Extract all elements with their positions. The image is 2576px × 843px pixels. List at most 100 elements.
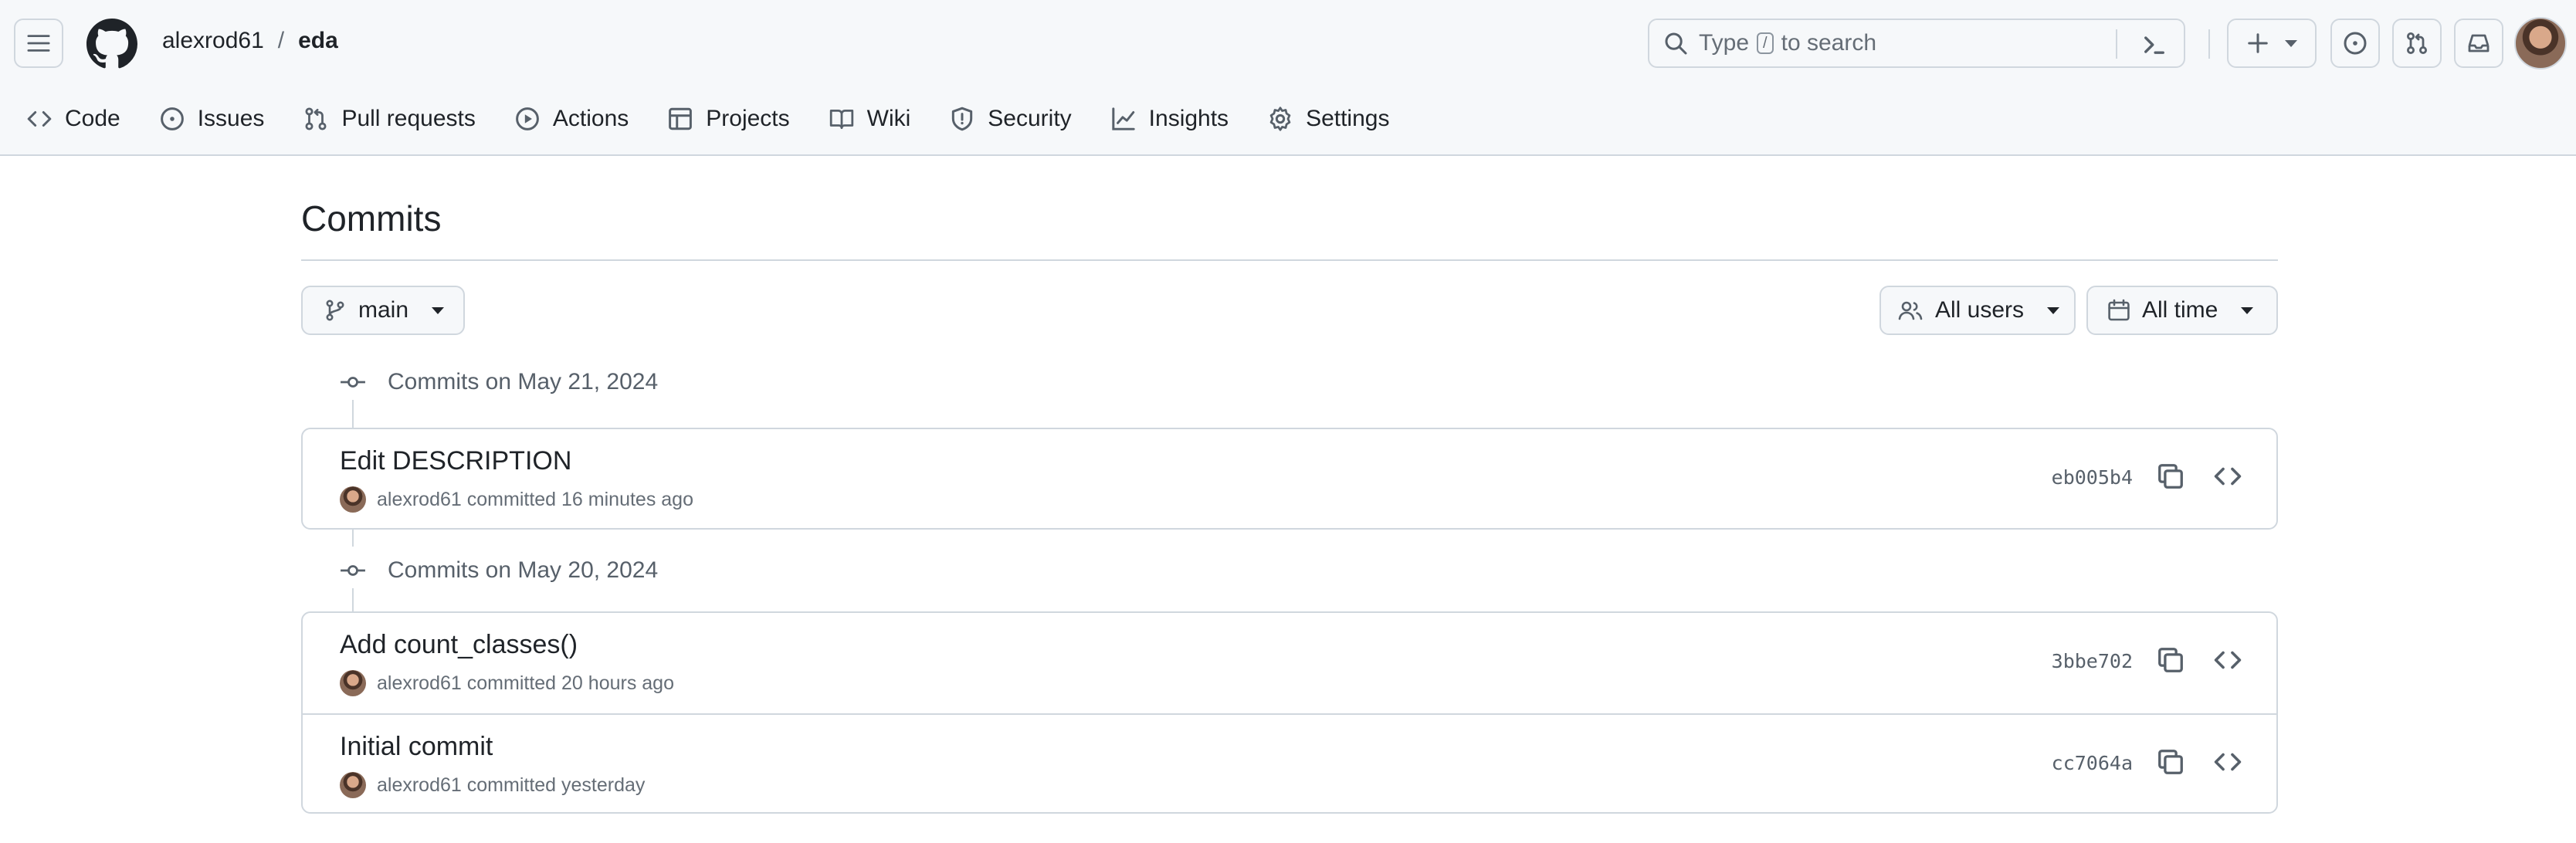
commit-group-date: Commits on May 21, 2024 bbox=[388, 369, 659, 394]
time-filter-label: All time bbox=[2142, 297, 2218, 323]
commit-action: committed bbox=[466, 488, 557, 510]
author-link[interactable]: alexrod61 bbox=[377, 489, 462, 511]
commit-time: 16 minutes ago bbox=[561, 488, 693, 510]
tab-label: Security bbox=[988, 106, 1072, 131]
copy-icon[interactable] bbox=[2156, 645, 2185, 675]
gear-icon bbox=[1269, 107, 1291, 131]
command-palette-icon[interactable] bbox=[2140, 31, 2168, 59]
tab-pull-requests[interactable]: Pull requests bbox=[303, 106, 476, 132]
commit-sha-link[interactable]: cc7064a bbox=[2052, 752, 2133, 774]
commit-list: Add count_classes() alexrod61 committed … bbox=[301, 611, 2278, 814]
plus-icon bbox=[2248, 33, 2268, 53]
tab-code[interactable]: Code bbox=[26, 106, 120, 132]
commit-group-heading: Commits on May 20, 2024 bbox=[340, 557, 658, 584]
author-avatar[interactable] bbox=[340, 486, 366, 513]
search-placeholder-suffix: to search bbox=[1781, 30, 1877, 56]
tab-label: Insights bbox=[1148, 106, 1229, 131]
commit-row: Initial commit alexrod61 committed yeste… bbox=[303, 713, 2276, 815]
commit-action: committed bbox=[466, 774, 557, 796]
tab-projects[interactable]: Projects bbox=[667, 106, 790, 132]
hamburger-icon bbox=[27, 35, 50, 52]
timeline-line bbox=[352, 530, 354, 547]
users-filter-button[interactable]: All users bbox=[1879, 286, 2076, 335]
commit-row: Edit DESCRIPTION alexrod61 committed 16 … bbox=[303, 429, 2276, 530]
title-divider bbox=[301, 259, 2278, 261]
github-logo-icon[interactable] bbox=[86, 19, 137, 69]
inbox-button[interactable] bbox=[2454, 19, 2503, 68]
issue-icon bbox=[160, 107, 184, 130]
commit-group-date: Commits on May 20, 2024 bbox=[388, 557, 659, 583]
tab-label: Projects bbox=[706, 106, 790, 131]
tab-settings[interactable]: Settings bbox=[1267, 106, 1389, 132]
menu-button[interactable] bbox=[14, 19, 63, 68]
issues-button[interactable] bbox=[2330, 19, 2380, 68]
tab-actions[interactable]: Actions bbox=[514, 106, 629, 132]
chevron-down-icon bbox=[2241, 306, 2254, 314]
tab-security[interactable]: Security bbox=[949, 106, 1072, 132]
create-new-button[interactable] bbox=[2227, 19, 2317, 68]
user-avatar[interactable] bbox=[2514, 17, 2567, 69]
search-placeholder-prefix: Type bbox=[1699, 30, 1750, 56]
time-filter-button[interactable]: All time bbox=[2086, 286, 2278, 335]
global-header: alexrod61 / eda Type / to search Code Is… bbox=[0, 0, 2576, 156]
author-link[interactable]: alexrod61 bbox=[377, 774, 462, 797]
repo-link[interactable]: eda bbox=[298, 28, 338, 54]
copy-icon[interactable] bbox=[2156, 462, 2185, 491]
commit-meta: alexrod61 committed yesterday bbox=[340, 772, 645, 798]
shield-icon bbox=[952, 107, 973, 131]
author-avatar[interactable] bbox=[340, 670, 366, 696]
git-branch-icon bbox=[326, 300, 344, 321]
tab-label: Settings bbox=[1306, 106, 1390, 131]
header-top-row: alexrod61 / eda Type / to search bbox=[0, 0, 2576, 88]
tab-label: Wiki bbox=[866, 106, 911, 131]
breadcrumb-separator: / bbox=[277, 28, 285, 53]
author-link[interactable]: alexrod61 bbox=[377, 672, 462, 695]
copy-icon[interactable] bbox=[2156, 747, 2185, 777]
tab-issues[interactable]: Issues bbox=[159, 106, 265, 132]
branch-select-button[interactable]: main bbox=[301, 286, 465, 335]
git-commit-icon bbox=[341, 565, 365, 576]
pull-requests-button[interactable] bbox=[2392, 19, 2442, 68]
commit-meta: alexrod61 committed 20 hours ago bbox=[340, 670, 674, 696]
commit-sha-link[interactable]: eb005b4 bbox=[2052, 466, 2133, 489]
issue-icon bbox=[2344, 32, 2367, 55]
tab-label: Code bbox=[65, 106, 120, 131]
browse-code-icon[interactable] bbox=[2213, 747, 2242, 777]
commit-time: yesterday bbox=[561, 774, 646, 796]
repo-nav: Code Issues Pull requests Actions Projec… bbox=[0, 96, 1389, 142]
page-title: Commits bbox=[301, 198, 442, 239]
search-icon bbox=[1665, 32, 1687, 55]
git-commit-icon bbox=[341, 377, 365, 388]
chevron-down-icon bbox=[432, 306, 445, 314]
people-icon bbox=[1898, 301, 1923, 320]
book-icon bbox=[829, 109, 853, 130]
commit-group-heading: Commits on May 21, 2024 bbox=[340, 369, 658, 395]
timeline-line bbox=[352, 588, 354, 613]
author-avatar[interactable] bbox=[340, 772, 366, 798]
commit-time: 20 hours ago bbox=[561, 672, 674, 694]
search-shortcut-key: / bbox=[1757, 32, 1774, 54]
commit-message-link[interactable]: Edit DESCRIPTION bbox=[340, 446, 571, 476]
tab-insights[interactable]: Insights bbox=[1110, 106, 1229, 132]
owner-link[interactable]: alexrod61 bbox=[162, 28, 264, 54]
graph-icon bbox=[1112, 107, 1135, 130]
browse-code-icon[interactable] bbox=[2213, 645, 2242, 675]
tab-wiki[interactable]: Wiki bbox=[829, 106, 911, 132]
search-input[interactable]: Type / to search bbox=[1648, 19, 2185, 68]
commit-message-link[interactable]: Initial commit bbox=[340, 732, 493, 762]
pull-request-icon bbox=[305, 107, 327, 130]
tab-label: Pull requests bbox=[341, 106, 476, 131]
commit-sha-link[interactable]: 3bbe702 bbox=[2052, 650, 2133, 672]
timeline-line bbox=[352, 400, 354, 428]
users-filter-label: All users bbox=[1935, 297, 2025, 323]
commit-row: Add count_classes() alexrod61 committed … bbox=[303, 613, 2276, 713]
chevron-down-icon bbox=[2047, 306, 2060, 314]
commit-message-link[interactable]: Add count_classes() bbox=[340, 630, 578, 660]
search-placeholder: Type / to search bbox=[1699, 30, 1876, 56]
tab-label: Issues bbox=[197, 106, 265, 131]
commit-list: Edit DESCRIPTION alexrod61 committed 16 … bbox=[301, 428, 2278, 530]
breadcrumb: alexrod61 / eda bbox=[162, 28, 338, 54]
chevron-down-icon bbox=[2285, 39, 2297, 47]
tab-label: Actions bbox=[552, 106, 629, 131]
browse-code-icon[interactable] bbox=[2213, 462, 2242, 491]
